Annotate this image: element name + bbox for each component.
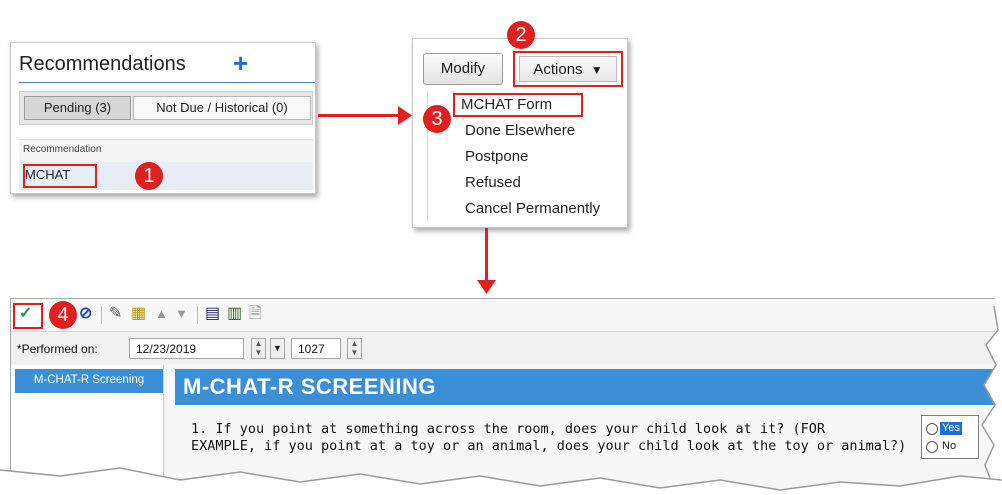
torn-paper-edge [0, 300, 1002, 495]
